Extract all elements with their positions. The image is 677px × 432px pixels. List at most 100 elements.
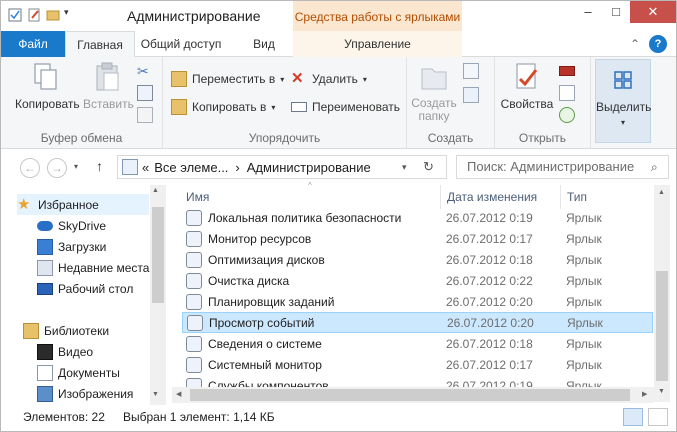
table-row[interactable]: Локальная политика безопасности 26.07.201… [182, 207, 653, 228]
open-icon [559, 66, 575, 76]
table-row[interactable]: Очистка диска 26.07.2012 0:22 Ярлык [182, 270, 653, 291]
rename-button[interactable]: Переименовать [291, 97, 400, 117]
file-date: 26.07.2012 0:17 [446, 231, 533, 246]
open-button[interactable] [559, 61, 575, 81]
collapse-ribbon-icon[interactable]: ⌃ [625, 31, 645, 57]
tab-share[interactable]: Общий доступ [137, 31, 225, 57]
edit-qat-icon[interactable] [26, 7, 42, 23]
h-scroll-thumb[interactable] [190, 389, 630, 401]
forward-button[interactable]: → [47, 158, 67, 178]
explorer-window: ▾ Администрирование Средства работы с яр… [0, 0, 677, 432]
history-button[interactable] [559, 105, 575, 125]
minimize-button[interactable]: – [574, 1, 602, 23]
paste-shortcut-button[interactable] [137, 105, 153, 125]
edit-button[interactable] [559, 83, 575, 103]
delete-button[interactable]: ✕ Удалить ▾ [291, 69, 367, 89]
selection-info: Выбран 1 элемент: 1,14 КБ [123, 410, 275, 424]
nav-scroll-thumb[interactable] [152, 207, 164, 303]
copy-to-button[interactable]: Копировать в ▾ [171, 97, 275, 117]
search-icon[interactable]: ⌕ [651, 160, 658, 175]
properties-icon [516, 63, 538, 89]
organize-group-label: Упорядочить [248, 131, 321, 145]
folder-qat-icon[interactable] [45, 7, 61, 23]
horizontal-scrollbar[interactable]: ◀ ▶ [172, 387, 654, 403]
nav-item-favorites[interactable]: ★ Избранное [17, 194, 149, 215]
properties-button[interactable]: Свойства [499, 61, 555, 111]
open-group-label: Открыть [518, 131, 567, 145]
breadcrumb-overflow[interactable]: « [142, 160, 149, 175]
chevron-down-icon[interactable]: ▾ [402, 162, 407, 173]
table-row[interactable]: Монитор ресурсов 26.07.2012 0:17 Ярлык [182, 228, 653, 249]
maximize-button[interactable]: □ [602, 1, 630, 23]
properties-label: Свойства [500, 97, 554, 111]
refresh-icon[interactable]: ↻ [423, 159, 434, 175]
column-name[interactable]: Имя [186, 185, 444, 209]
star-icon: ★ [17, 195, 31, 213]
copy-to-label: Копировать в [192, 100, 267, 114]
chevron-down-icon[interactable]: ▾ [64, 7, 74, 23]
context-tab-header: Средства работы с ярлыками [293, 1, 462, 31]
scroll-down-icon[interactable]: ▼ [152, 391, 159, 398]
select-button[interactable]: Выделить ▾ [595, 59, 651, 143]
chevron-down-icon: ▾ [280, 74, 285, 84]
scroll-down-icon[interactable]: ▼ [658, 388, 665, 395]
search-input[interactable]: Поиск: Администрирование [456, 155, 669, 179]
back-button[interactable]: ← [20, 158, 40, 178]
file-name: Просмотр событий [209, 315, 315, 330]
paste-button[interactable]: Вставить [83, 61, 134, 111]
column-type[interactable]: Тип [560, 185, 650, 209]
breadcrumb-administration[interactable]: Администрирование [247, 160, 371, 175]
file-scrollbar[interactable]: ▲ ▼ [654, 185, 670, 402]
move-folder-icon [171, 71, 187, 87]
column-date[interactable]: Дата изменения [440, 185, 556, 209]
file-type: Ярлык [567, 315, 603, 330]
table-row[interactable]: Планировщик заданий 26.07.2012 0:20 Ярлык [182, 291, 653, 312]
scroll-up-icon[interactable]: ▲ [658, 189, 665, 196]
table-row[interactable]: Просмотр событий 26.07.2012 0:20 Ярлык [182, 312, 653, 333]
table-row[interactable]: Системный монитор 26.07.2012 0:17 Ярлык [182, 354, 653, 375]
copy-path-button[interactable] [137, 83, 153, 103]
table-row[interactable]: Сведения о системе 26.07.2012 0:18 Ярлык [182, 333, 653, 354]
breadcrumb-separator[interactable]: › [235, 160, 239, 175]
chevron-down-icon: ▾ [620, 118, 625, 127]
details-view-icon[interactable] [623, 408, 643, 426]
new-item-button[interactable] [463, 61, 479, 81]
new-folder-icon [421, 68, 447, 90]
cut-button[interactable]: ✂ [137, 61, 153, 81]
scroll-left-icon[interactable]: ◀ [176, 390, 181, 398]
properties-qat-icon[interactable] [7, 7, 23, 23]
easy-access-icon [463, 87, 479, 103]
address-bar[interactable]: « Все элеме... › Администрирование ▾ ↻ [117, 155, 447, 179]
up-button[interactable]: ↑ [96, 158, 103, 174]
file-list: ^ Имя Дата изменения Тип Локальная полит… [172, 181, 657, 403]
scroll-right-icon[interactable]: ▶ [642, 390, 647, 398]
easy-access-button[interactable] [463, 85, 479, 105]
desktop-icon [37, 282, 53, 295]
breadcrumb-all-items[interactable]: Все элеме... [154, 160, 228, 175]
scroll-up-icon[interactable]: ▲ [152, 187, 159, 194]
copy-button[interactable]: Копировать [15, 61, 80, 111]
large-icons-view-icon[interactable] [648, 408, 668, 426]
move-to-button[interactable]: Переместить в ▾ [171, 69, 284, 89]
new-folder-button[interactable]: Создать папку [411, 61, 457, 123]
downloads-icon [37, 238, 53, 255]
nav-scrollbar[interactable]: ▲ ▼ [150, 185, 166, 405]
file-date: 26.07.2012 0:17 [446, 357, 533, 372]
recent-locations-icon[interactable]: ▾ [74, 162, 78, 171]
delete-icon: ✕ [291, 70, 304, 87]
select-label: Выделить [596, 100, 652, 114]
tab-home[interactable]: Главная [65, 31, 135, 58]
file-date: 26.07.2012 0:19 [446, 210, 533, 225]
new-group-label: Создать [427, 131, 474, 145]
tab-file[interactable]: Файл [1, 31, 65, 57]
close-button[interactable]: ✕ [630, 1, 676, 23]
tab-manage[interactable]: Управление [293, 31, 462, 57]
tab-view[interactable]: Вид [243, 31, 285, 57]
file-scroll-thumb[interactable] [656, 271, 668, 381]
documents-icon [37, 364, 53, 381]
organize-group: Переместить в ▾ Копировать в ▾ ✕ Удалить ▾ … [163, 57, 407, 149]
paste-shortcut-icon [137, 107, 153, 123]
file-type: Ярлык [566, 357, 602, 372]
help-icon[interactable]: ? [649, 35, 667, 53]
table-row[interactable]: Оптимизация дисков 26.07.2012 0:18 Ярлык [182, 249, 653, 270]
